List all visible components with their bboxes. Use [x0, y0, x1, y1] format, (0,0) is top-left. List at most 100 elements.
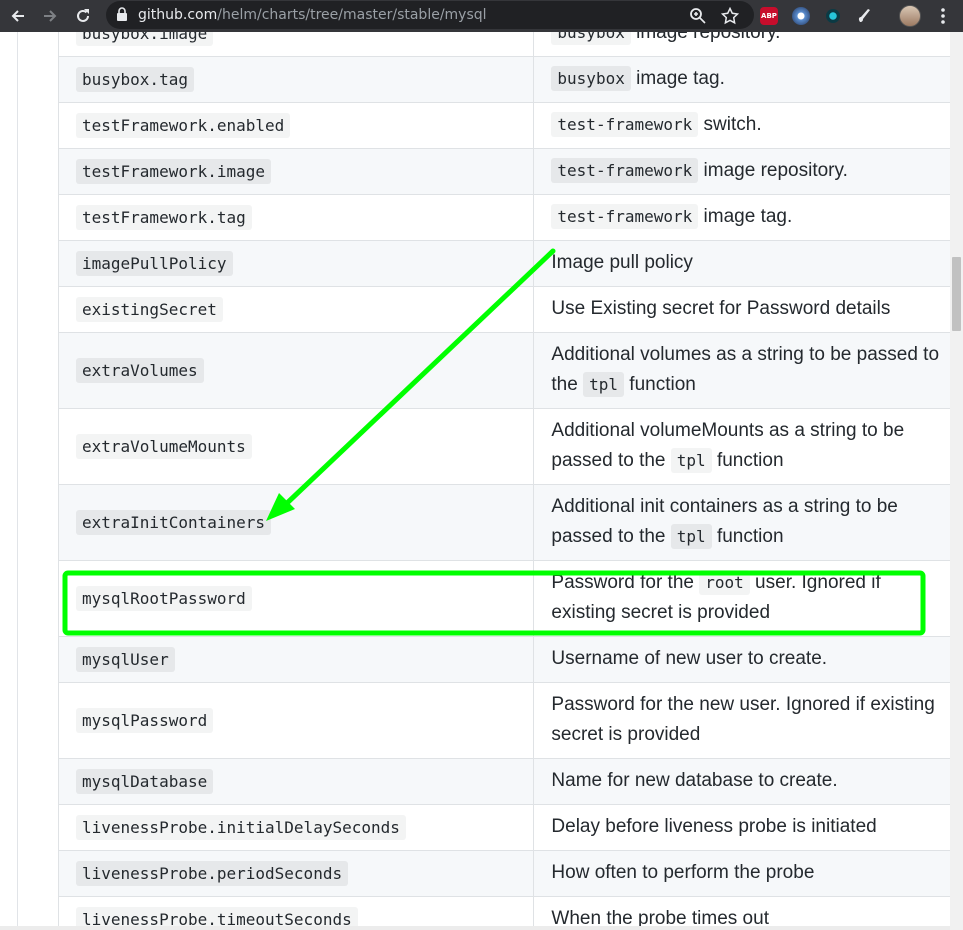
- parameter-description-cell: test-framework image repository.: [533, 148, 963, 195]
- profile-button[interactable]: [898, 4, 922, 28]
- parameter-name: extraVolumeMounts: [76, 433, 252, 459]
- parameter-description-cell: busybox image repository.: [533, 32, 963, 57]
- address-bar[interactable]: github.com/helm/charts/tree/master/stabl…: [106, 1, 754, 29]
- extension-dot-icon: [826, 9, 840, 23]
- back-button[interactable]: [6, 4, 30, 28]
- parameter-description-cell: busybox image tag.: [533, 56, 963, 103]
- reload-icon: [77, 9, 89, 22]
- inline-code: test-framework: [551, 204, 699, 229]
- parameter-name: testFramework.tag: [76, 204, 252, 230]
- description-text: Use Existing secret for Password details: [551, 298, 891, 319]
- table-row: busybox.image busybox image repository.: [57, 32, 963, 57]
- table-row: mysqlDatabase Name for new database to cr…: [57, 758, 963, 805]
- table-row: livenessProbe.initialDelaySeconds Delay b…: [57, 804, 963, 851]
- parameter-name: livenessProbe.periodSeconds: [76, 860, 349, 886]
- extension-button-4[interactable]: [853, 4, 877, 28]
- parameter-name-cell: existingSecret: [57, 286, 535, 333]
- parameter-description-cell: Additional volumeMounts as a string to b…: [533, 408, 963, 485]
- parameter-name-cell: mysqlDatabase: [57, 758, 535, 805]
- description-text: function: [711, 526, 784, 547]
- parameter-description-cell: Password for the root user. Ignored if e…: [533, 560, 963, 637]
- vertical-scrollbar[interactable]: [950, 32, 963, 930]
- parameter-name: livenessProbe.initialDelaySeconds: [76, 814, 406, 840]
- description-text: switch.: [698, 114, 762, 135]
- inline-code: test-framework: [551, 112, 699, 137]
- parameter-name-cell: extraInitContainers: [57, 484, 535, 561]
- zoom-button[interactable]: [686, 4, 710, 28]
- extension-brush-icon: [858, 9, 870, 22]
- table-row: mysqlUser Username of new user to create.: [57, 636, 963, 683]
- scrollbar-thumb[interactable]: [952, 257, 961, 331]
- inline-code: busybox: [551, 66, 631, 91]
- parameter-name: mysqlUser: [76, 646, 175, 672]
- inline-code: test-framework: [551, 158, 699, 183]
- description-text: image tag.: [630, 68, 725, 89]
- parameter-description-cell: Additional volumes as a string to be pas…: [533, 332, 963, 409]
- table-row: extraVolumeMounts Additional volumeMounts…: [57, 408, 963, 485]
- table-row: livenessProbe.timeoutSeconds When the pro…: [57, 896, 963, 930]
- parameter-name: busybox.image: [76, 32, 214, 46]
- description-text: Image pull policy: [551, 252, 693, 273]
- parameter-description-cell: Delay before liveness probe is initiated: [533, 804, 963, 851]
- table-row: livenessProbe.periodSeconds How often to …: [57, 850, 963, 897]
- parameter-name: extraVolumes: [76, 357, 204, 383]
- parameter-description-cell: Username of new user to create.: [533, 636, 963, 683]
- parameter-name: testFramework.enabled: [76, 112, 291, 138]
- adblock-extension-button[interactable]: ABP: [757, 4, 781, 28]
- chrome-menu-button[interactable]: [931, 4, 955, 28]
- parameter-name: existingSecret: [76, 296, 223, 322]
- parameter-name: mysqlPassword: [76, 707, 214, 733]
- parameter-name: busybox.tag: [76, 66, 194, 92]
- parameter-name: mysqlDatabase: [76, 768, 214, 794]
- parameter-name: imagePullPolicy: [76, 250, 233, 276]
- inline-code: tpl: [583, 372, 625, 397]
- parameter-name: extraInitContainers: [76, 509, 272, 535]
- content-border: [17, 32, 18, 930]
- parameter-description-cell: Use Existing secret for Password details: [533, 286, 963, 333]
- parameter-description-cell: When the probe times out: [533, 896, 963, 930]
- parameter-name-cell: testFramework.tag: [57, 194, 535, 241]
- inline-code: tpl: [670, 448, 712, 473]
- kebab-menu-icon: [941, 8, 945, 24]
- horizontal-scrollbar[interactable]: [0, 926, 950, 930]
- description-text: Name for new database to create.: [551, 770, 838, 791]
- table-row: busybox.tag busybox image tag.: [57, 56, 963, 103]
- description-text: function: [624, 374, 696, 395]
- parameter-name-cell: livenessProbe.periodSeconds: [57, 850, 535, 897]
- url-text: github.com/helm/charts/tree/master/stabl…: [138, 7, 487, 23]
- parameter-description-cell: Additional init containers as a string t…: [533, 484, 963, 561]
- parameter-name: mysqlRootPassword: [76, 585, 252, 611]
- description-text: Password for the: [551, 572, 700, 593]
- parameter-name-cell: mysqlRootPassword: [57, 560, 535, 637]
- table-row: mysqlRootPassword Password for the root u…: [57, 560, 963, 637]
- adblock-icon: ABP: [760, 7, 778, 25]
- table-row: testFramework.enabled test-framework swit…: [57, 102, 963, 149]
- table-row: extraInitContainers Additional init conta…: [57, 484, 963, 561]
- parameters-table-body: busybox.image busybox image repository. bu…: [57, 32, 963, 930]
- parameter-description-cell: test-framework image tag.: [533, 194, 963, 241]
- parameter-name-cell: extraVolumes: [57, 332, 535, 409]
- reload-button[interactable]: [71, 4, 95, 28]
- table-row: mysqlPassword Password for the new user. …: [57, 682, 963, 759]
- description-text: Password for the new user. Ignored if ex…: [551, 694, 935, 745]
- page-content: busybox.image busybox image repository. bu…: [0, 32, 963, 930]
- forward-button[interactable]: [38, 4, 62, 28]
- parameter-description-cell: Name for new database to create.: [533, 758, 963, 805]
- extension-button-2[interactable]: [789, 4, 813, 28]
- bookmark-star-button[interactable]: [718, 4, 742, 28]
- table-row: testFramework.image test-framework image …: [57, 148, 963, 195]
- parameter-name: testFramework.image: [76, 158, 272, 184]
- arrow-right-icon: [44, 10, 57, 22]
- description-text: function: [711, 450, 784, 471]
- extension-button-3[interactable]: [821, 4, 845, 28]
- description-text: Delay before liveness probe is initiated: [551, 816, 877, 837]
- parameter-name-cell: imagePullPolicy: [57, 240, 535, 287]
- parameter-description-cell: Password for the new user. Ignored if ex…: [533, 682, 963, 759]
- url-host: github.com: [138, 7, 218, 23]
- parameter-description-cell: How often to perform the probe: [533, 850, 963, 897]
- description-text: image tag.: [698, 206, 793, 227]
- description-text: image repository.: [698, 160, 848, 181]
- url-path: /helm/charts/tree/master/stable/mysql: [217, 7, 487, 23]
- parameter-name-cell: testFramework.image: [57, 148, 535, 195]
- parameter-name-cell: mysqlPassword: [57, 682, 535, 759]
